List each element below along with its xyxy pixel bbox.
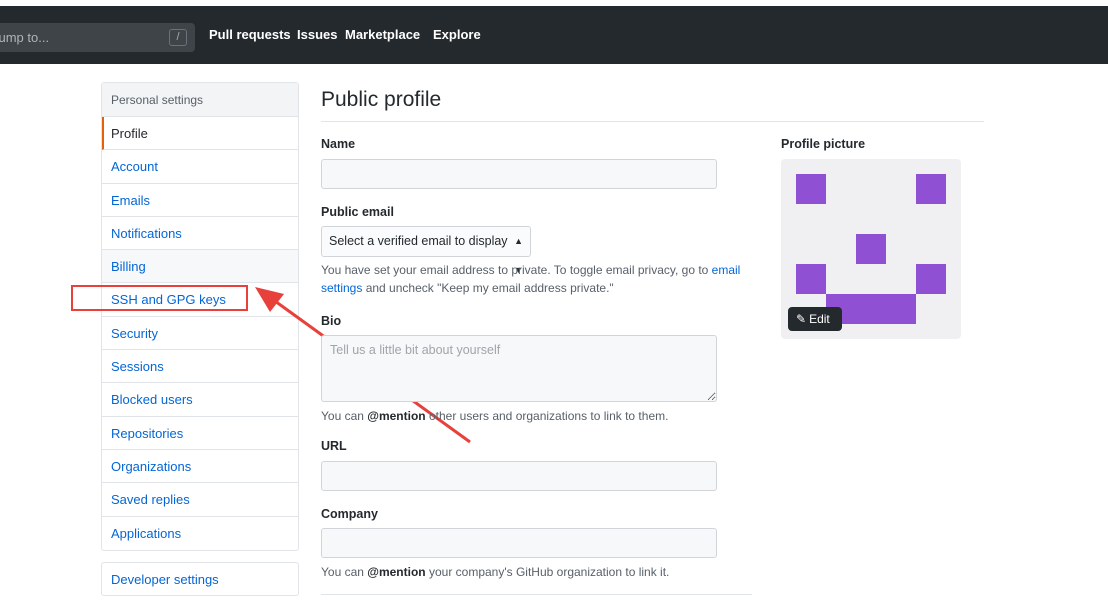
section-divider (321, 594, 752, 595)
sidebar-item-notifications[interactable]: Notifications (102, 217, 298, 251)
company-note-mention: @mention (367, 565, 426, 579)
sidebar-item-sessions[interactable]: Sessions (102, 350, 298, 384)
url-label: URL (321, 439, 347, 453)
avatar-pixel (796, 174, 826, 204)
search-shortcut-key: / (169, 29, 187, 46)
email-privacy-note: You have set your email address to priva… (321, 261, 751, 297)
avatar-pixel (796, 264, 826, 294)
name-label: Name (321, 137, 356, 151)
settings-sidebar: Personal settings Profile Account Emails… (101, 82, 299, 551)
sidebar-item-repositories[interactable]: Repositories (102, 417, 298, 450)
sidebar-title: Personal settings (102, 83, 298, 117)
bio-note-text-end: other users and organizations to link to… (425, 409, 669, 423)
nav-explore[interactable]: Explore (433, 27, 481, 42)
email-note-text-end: and uncheck "Keep my email address priva… (362, 281, 614, 295)
pencil-icon: ✎ (796, 312, 807, 326)
sidebar-item-organizations[interactable]: Organizations (102, 450, 298, 484)
sidebar-item-profile[interactable]: Profile (102, 117, 298, 151)
sidebar-item-billing[interactable]: Billing (102, 250, 298, 284)
public-email-select[interactable]: Select a verified email to display ▲ ▼ (321, 226, 531, 275)
company-note: You can @mention your company's GitHub o… (321, 563, 669, 581)
title-divider (321, 121, 984, 122)
public-email-label: Public email (321, 205, 394, 219)
public-email-select-value: Select a verified email to display (329, 234, 508, 248)
page-title: Public profile (321, 88, 442, 111)
bio-note: You can @mention other users and organiz… (321, 407, 668, 425)
sidebar-item-applications[interactable]: Applications (102, 517, 298, 550)
sidebar-item-blocked-users[interactable]: Blocked users (102, 383, 298, 417)
name-input[interactable] (321, 159, 717, 189)
edit-avatar-label: Edit (809, 312, 830, 326)
url-input[interactable] (321, 461, 717, 491)
bio-note-mention: @mention (367, 409, 426, 423)
company-input[interactable] (321, 528, 717, 558)
sidebar-item-emails[interactable]: Emails (102, 184, 298, 217)
nav-issues[interactable]: Issues (297, 27, 337, 42)
sidebar-item-developer-settings[interactable]: Developer settings (102, 563, 298, 596)
email-note-text: You have set your email address to priva… (321, 263, 712, 277)
sidebar-item-saved-replies[interactable]: Saved replies (102, 483, 298, 517)
search-box[interactable]: / (0, 23, 195, 52)
sidebar-item-security[interactable]: Security (102, 317, 298, 351)
profile-picture-label: Profile picture (781, 137, 866, 151)
company-note-text: You can (321, 565, 368, 579)
company-label: Company (321, 507, 378, 521)
bio-textarea[interactable] (321, 335, 717, 402)
avatar-pixel (856, 234, 886, 264)
nav-marketplace[interactable]: Marketplace (345, 27, 420, 42)
highlight-box (71, 285, 248, 311)
bio-note-text: You can (321, 409, 368, 423)
nav-pull-requests[interactable]: Pull requests (209, 27, 291, 42)
developer-settings-box: Developer settings (101, 562, 299, 596)
search-input[interactable] (0, 23, 165, 52)
company-note-text-end: your company's GitHub organization to li… (425, 565, 670, 579)
avatar-pixel (916, 174, 946, 204)
top-navigation-bar: / Pull requests Issues Marketplace Explo… (0, 6, 1108, 64)
bio-label: Bio (321, 314, 342, 328)
avatar-pixel (916, 264, 946, 294)
edit-avatar-button[interactable]: ✎ Edit (788, 307, 842, 331)
sidebar-item-account[interactable]: Account (102, 150, 298, 184)
